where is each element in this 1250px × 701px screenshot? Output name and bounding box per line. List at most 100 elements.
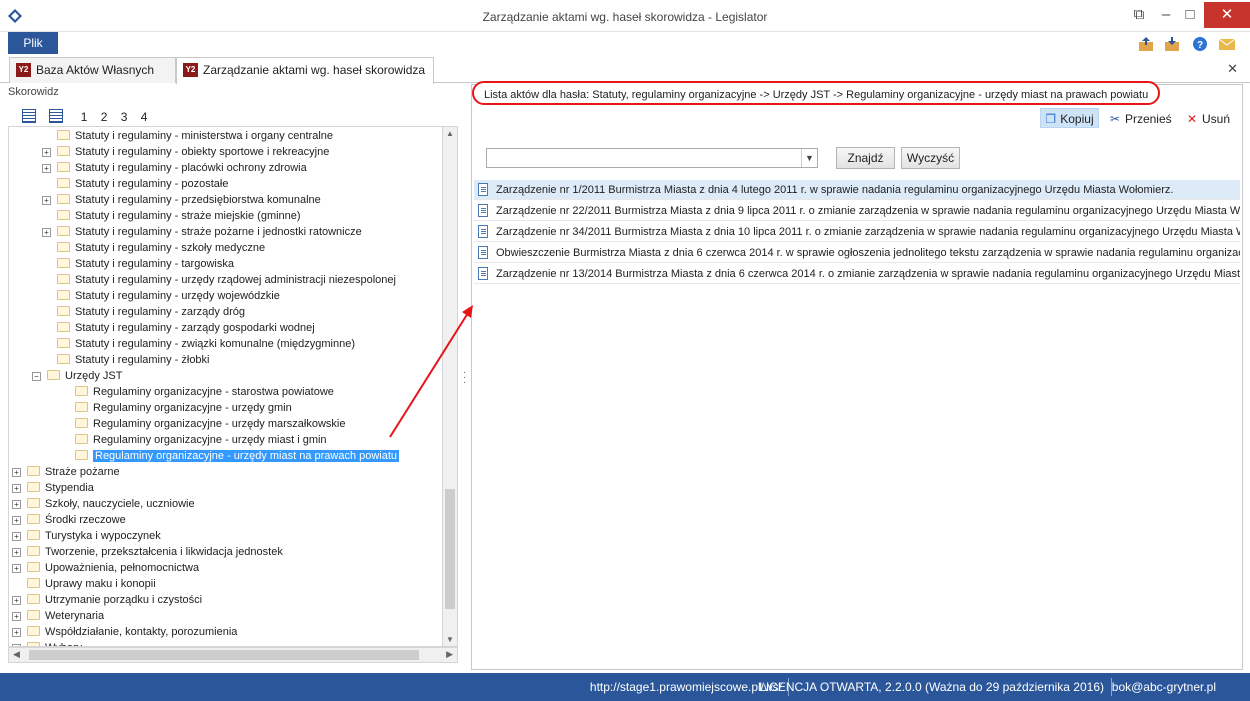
search-combobox[interactable]: ▼: [486, 148, 818, 168]
expand-icon[interactable]: +: [12, 468, 21, 477]
tree-node[interactable]: + Współdziałanie, kontakty, porozumienia: [12, 624, 237, 640]
mail-icon[interactable]: [1218, 36, 1236, 52]
act-title: Obwieszczenie Burmistrza Miasta z dnia 6…: [496, 247, 1240, 259]
clear-button[interactable]: Wyczyść: [901, 147, 960, 169]
level-1-button[interactable]: 1: [81, 110, 88, 124]
tree-node[interactable]: + Statuty i regulaminy - obiekty sportowe…: [42, 144, 330, 160]
scroll-thumb[interactable]: [445, 489, 455, 609]
find-button[interactable]: Znajdź: [836, 147, 895, 169]
restore-icon[interactable]: ⧉: [1126, 2, 1152, 28]
delete-button[interactable]: ✕ Usuń: [1183, 109, 1234, 129]
scroll-left-icon[interactable]: ◀: [13, 649, 20, 660]
expand-icon[interactable]: +: [42, 228, 51, 237]
tree-node[interactable]: Regulaminy organizacyjne - urzędy marsza…: [75, 416, 346, 432]
expand-icon[interactable]: +: [12, 516, 21, 525]
tree-node[interactable]: + Upoważnienia, pełnomocnictwa: [12, 560, 200, 576]
tree-node[interactable]: + Statuty i regulaminy - straże pożarne i…: [42, 224, 362, 240]
tree-node[interactable]: Statuty i regulaminy - pozostałe: [57, 176, 228, 192]
act-row[interactable]: Zarządzenie nr 1/2011 Burmistrza Miasta …: [474, 180, 1240, 200]
tree-node[interactable]: Regulaminy organizacyjne - urzędy miast …: [75, 432, 327, 448]
close-all-tabs-icon[interactable]: ✕: [1227, 61, 1238, 77]
scroll-thumb[interactable]: [29, 650, 419, 660]
tree-node[interactable]: Regulaminy organizacyjne - urzędy gmin: [75, 400, 292, 416]
collapse-icon[interactable]: −: [32, 372, 41, 381]
expand-icon[interactable]: +: [12, 500, 21, 509]
export-icon[interactable]: [1163, 36, 1181, 52]
tree-node[interactable]: + Tworzenie, przekształcenia i likwidacja…: [12, 544, 283, 560]
tree-node[interactable]: Statuty i regulaminy - ministerstwa i or…: [57, 128, 333, 144]
tree-node[interactable]: + Utrzymanie porządku i czystości: [12, 592, 202, 608]
level-3-button[interactable]: 3: [121, 110, 128, 124]
tree-node[interactable]: Statuty i regulaminy - straże miejskie (…: [57, 208, 301, 224]
move-button[interactable]: ✂ Przenieś: [1106, 109, 1176, 129]
copy-button[interactable]: ❐ Kopiuj: [1040, 108, 1099, 128]
tree-node[interactable]: Statuty i regulaminy - związki komunalne…: [57, 336, 355, 352]
tree-node[interactable]: + Szkoły, nauczyciele, uczniowie: [12, 496, 195, 512]
expand-icon[interactable]: +: [12, 628, 21, 637]
tree-node-label: Upoważnienia, pełnomocnictwa: [45, 562, 200, 574]
tree-node[interactable]: + Statuty i regulaminy - placówki ochrony…: [42, 160, 307, 176]
expand-icon[interactable]: +: [12, 612, 21, 621]
tree-node-label: Statuty i regulaminy - szkoły medyczne: [75, 242, 266, 254]
expand-icon[interactable]: +: [42, 196, 51, 205]
scroll-up-icon[interactable]: ▲: [446, 129, 454, 138]
collapse-all-icon[interactable]: [49, 109, 64, 123]
scroll-right-icon[interactable]: ▶: [446, 649, 453, 660]
expand-icon[interactable]: +: [42, 148, 51, 157]
folder-icon: [57, 146, 70, 156]
file-menu-button[interactable]: Plik: [8, 32, 58, 54]
tree-node[interactable]: Statuty i regulaminy - szkoły medyczne: [57, 240, 265, 256]
close-icon[interactable]: ✕: [1204, 2, 1250, 28]
tab-manage-acts[interactable]: Y2 Zarządzanie aktami wg. haseł skorowid…: [176, 57, 434, 101]
tree-node[interactable]: Statuty i regulaminy - żłobki: [57, 352, 210, 368]
tree-horizontal-scrollbar[interactable]: ◀ ▶: [8, 647, 458, 663]
tree-vertical-scrollbar[interactable]: ▲ ▼: [442, 126, 458, 647]
act-row[interactable]: Zarządzenie nr 13/2014 Burmistrza Miasta…: [474, 264, 1240, 284]
act-row[interactable]: Zarządzenie nr 22/2011 Burmistrza Miasta…: [474, 201, 1240, 221]
scroll-down-icon[interactable]: ▼: [446, 635, 454, 644]
panel-splitter[interactable]: · · ·: [463, 368, 467, 388]
level-4-button[interactable]: 4: [141, 110, 148, 124]
expand-icon[interactable]: +: [12, 484, 21, 493]
chevron-down-icon[interactable]: ▼: [801, 149, 817, 167]
level-2-button[interactable]: 2: [101, 110, 108, 124]
tree-node-label: Turystyka i wypoczynek: [45, 530, 161, 542]
tab-own-acts-base[interactable]: Y2 Baza Aktów Własnych: [9, 57, 176, 83]
tree-node[interactable]: Statuty i regulaminy - zarządy dróg: [57, 304, 245, 320]
tree-node[interactable]: + Statuty i regulaminy - przedsiębiorstwa…: [42, 192, 321, 208]
tree-node[interactable]: Regulaminy organizacyjne - starostwa pow…: [75, 384, 334, 400]
expand-all-icon[interactable]: [22, 109, 36, 123]
tree-node-label: Statuty i regulaminy - przedsiębiorstwa …: [75, 194, 321, 206]
tree-node[interactable]: Statuty i regulaminy - urzędy rządowej a…: [57, 272, 396, 288]
folder-icon: [57, 274, 70, 284]
folder-icon: [27, 562, 40, 572]
expand-icon[interactable]: +: [42, 164, 51, 173]
tree-node[interactable]: + Weterynaria: [12, 608, 104, 624]
act-row[interactable]: Obwieszczenie Burmistrza Miasta z dnia 6…: [474, 243, 1240, 263]
tree-node[interactable]: + Stypendia: [12, 480, 94, 496]
tree-node-label: Statuty i regulaminy - straże miejskie (…: [75, 210, 301, 222]
help-icon[interactable]: ?: [1191, 36, 1209, 52]
act-row[interactable]: Zarządzenie nr 34/2011 Burmistrza Miasta…: [474, 222, 1240, 242]
expand-icon[interactable]: +: [12, 564, 21, 573]
expand-icon[interactable]: +: [12, 596, 21, 605]
import-icon[interactable]: [1137, 36, 1155, 52]
tree-node[interactable]: +Wybory: [12, 640, 82, 646]
tree-node[interactable]: Statuty i regulaminy - urzędy wojewódzki…: [57, 288, 280, 304]
maximize-icon[interactable]: □: [1178, 2, 1202, 28]
minimize-icon[interactable]: –: [1154, 2, 1178, 28]
tree-node[interactable]: + Turystyka i wypoczynek: [12, 528, 161, 544]
expand-icon[interactable]: +: [12, 532, 21, 541]
tree-node[interactable]: + Środki rzeczowe: [12, 512, 126, 528]
tree-node-label: Statuty i regulaminy - obiekty sportowe …: [75, 146, 330, 158]
folder-icon: [57, 210, 70, 220]
tree-node[interactable]: + Straże pożarne: [12, 464, 120, 480]
folder-icon: [27, 498, 40, 508]
tree-node[interactable]: Uprawy maku i konopii: [27, 576, 156, 592]
tree-node[interactable]: Statuty i regulaminy - zarządy gospodark…: [57, 320, 315, 336]
tree-node-selected[interactable]: Regulaminy organizacyjne - urzędy miast …: [75, 448, 400, 464]
tree-node[interactable]: − Urzędy JST: [32, 368, 122, 384]
expand-icon[interactable]: +: [12, 548, 21, 557]
index-tree: Statuty i regulaminy - ministerstwa i or…: [8, 126, 442, 647]
tree-node[interactable]: Statuty i regulaminy - targowiska: [57, 256, 234, 272]
